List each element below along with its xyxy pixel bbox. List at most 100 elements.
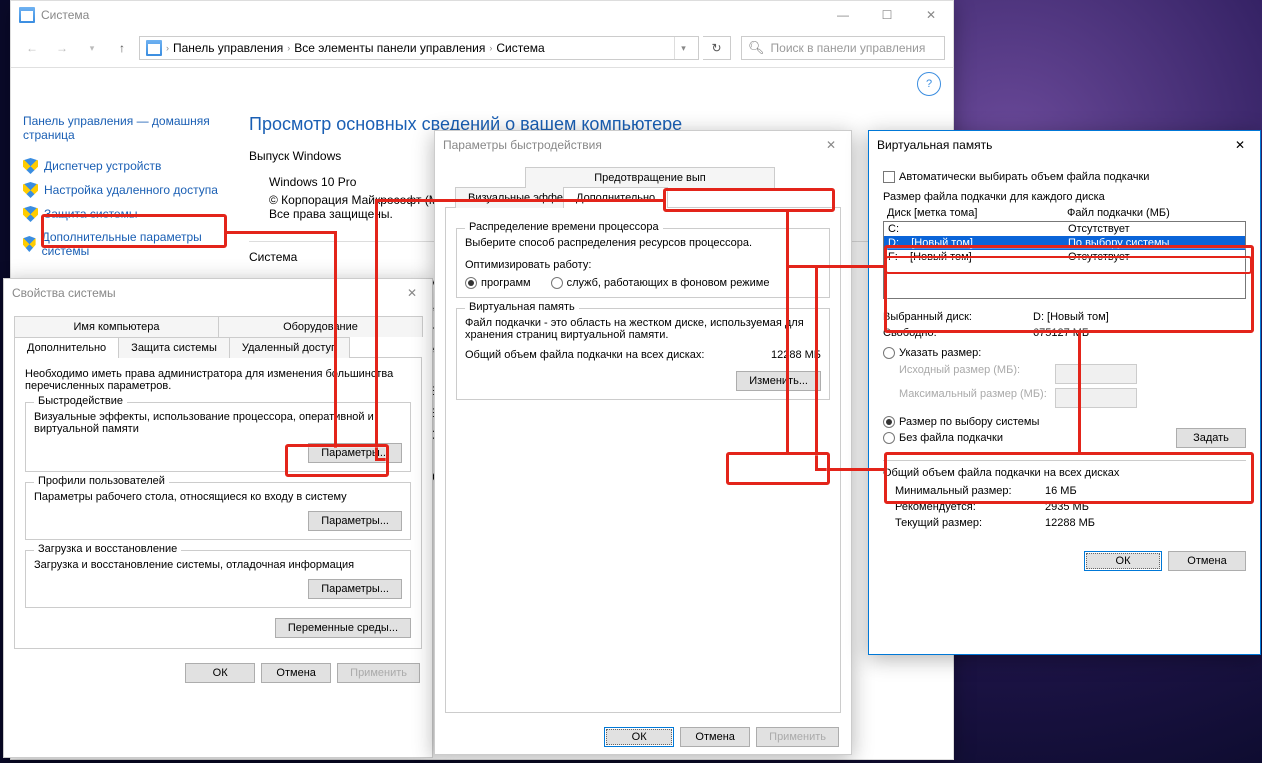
titlebar[interactable]: Свойства системы ✕ bbox=[4, 279, 432, 307]
group-title: Загрузка и восстановление bbox=[34, 543, 181, 555]
shield-icon bbox=[23, 206, 38, 222]
sidebar-item-remote[interactable]: Настройка удаленного доступа bbox=[23, 178, 219, 202]
group-title: Виртуальная память bbox=[465, 301, 579, 313]
performance-group: Быстродействие Визуальные эффекты, испол… bbox=[25, 402, 411, 472]
minimize-button[interactable]: — bbox=[821, 1, 865, 29]
shield-icon bbox=[23, 236, 36, 252]
disk-row[interactable]: C: Отсутствует bbox=[884, 222, 1245, 236]
ok-button[interactable]: ОК bbox=[1084, 551, 1162, 571]
tab-computer-name[interactable]: Имя компьютера bbox=[14, 316, 219, 337]
computer-icon bbox=[19, 7, 35, 23]
sidebar-item-protection[interactable]: Защита системы bbox=[23, 202, 219, 226]
breadcrumb[interactable]: › Панель управления › Все элементы панел… bbox=[139, 36, 699, 60]
window-title: Параметры быстродействия bbox=[443, 138, 602, 152]
performance-options-dialog: Параметры быстродействия ✕ Визуальные эф… bbox=[434, 130, 852, 755]
breadcrumb-seg[interactable]: Система bbox=[496, 41, 544, 55]
admin-note: Необходимо иметь права администратора дл… bbox=[25, 368, 411, 392]
tab-protection[interactable]: Защита системы bbox=[118, 337, 230, 358]
titlebar[interactable]: Виртуальная память ✕ bbox=[869, 131, 1260, 159]
sidebar-item-device-manager[interactable]: Диспетчер устройств bbox=[23, 154, 219, 178]
breadcrumb-seg[interactable]: Панель управления bbox=[173, 41, 283, 55]
profiles-text: Параметры рабочего стола, относящиеся ко… bbox=[34, 491, 402, 503]
optimize-label: Оптимизировать работу: bbox=[465, 259, 821, 271]
col-size: Файл подкачки (МБ) bbox=[1067, 207, 1170, 219]
disk-row[interactable]: F: [Новый том]Отсутствует bbox=[884, 250, 1245, 264]
cancel-button[interactable]: Отмена bbox=[680, 727, 750, 747]
back-button[interactable]: ← bbox=[19, 35, 45, 61]
vm-total-label: Общий объем файла подкачки на всех диска… bbox=[465, 349, 741, 361]
min-value: 16 МБ bbox=[1045, 485, 1077, 497]
tab-advanced[interactable]: Дополнительно bbox=[563, 187, 668, 208]
help-button[interactable]: ? bbox=[917, 72, 941, 96]
up-button[interactable]: ↑ bbox=[109, 35, 135, 61]
disk-row-selected[interactable]: D: [Новый том]По выбору системы bbox=[884, 236, 1245, 250]
max-size-label: Максимальный размер (МБ): bbox=[899, 388, 1049, 408]
cur-value: 12288 МБ bbox=[1045, 517, 1095, 529]
close-button[interactable]: ✕ bbox=[392, 279, 432, 307]
cancel-button[interactable]: Отмена bbox=[1168, 551, 1246, 571]
auto-manage-checkbox[interactable]: Автоматически выбирать объем файла подка… bbox=[883, 171, 1149, 183]
sched-text: Выберите способ распределения ресурсов п… bbox=[465, 237, 821, 249]
env-vars-button[interactable]: Переменные среды... bbox=[275, 618, 411, 638]
disk-list[interactable]: C: Отсутствует D: [Новый том]По выбору с… bbox=[883, 221, 1246, 299]
sidebar-item-advanced[interactable]: Дополнительные параметры системы bbox=[23, 226, 219, 262]
system-managed-radio[interactable]: Размер по выбору системы bbox=[883, 416, 1039, 428]
min-label: Минимальный размер: bbox=[895, 485, 1045, 497]
selected-label: Выбранный диск: bbox=[883, 311, 1033, 323]
virtual-memory-group: Виртуальная память Файл подкачки - это о… bbox=[456, 308, 830, 400]
search-input[interactable]: 🔍︎ Поиск в панели управления bbox=[741, 36, 945, 60]
system-properties-dialog: Свойства системы ✕ Имя компьютера Оборуд… bbox=[3, 278, 433, 758]
sidebar-home-link[interactable]: Панель управления — домашняя страница bbox=[23, 114, 219, 142]
breadcrumb-seg[interactable]: Все элементы панели управления bbox=[294, 41, 485, 55]
search-placeholder: Поиск в панели управления bbox=[771, 41, 926, 55]
cancel-button[interactable]: Отмена bbox=[261, 663, 331, 683]
set-button[interactable]: Задать bbox=[1176, 428, 1246, 448]
history-dropdown[interactable]: ▾ bbox=[79, 35, 105, 61]
refresh-button[interactable]: ↻ bbox=[703, 36, 731, 60]
selected-value: D: [Новый том] bbox=[1033, 311, 1109, 323]
tab-hardware[interactable]: Оборудование bbox=[218, 316, 423, 337]
custom-size-radio[interactable]: Указать размер: bbox=[883, 347, 981, 359]
virtual-memory-dialog: Виртуальная память ✕ Автоматически выбир… bbox=[868, 130, 1261, 655]
tab-advanced[interactable]: Дополнительно bbox=[14, 337, 119, 358]
col-disk: Диск [метка тома] bbox=[887, 207, 1067, 219]
profiles-group: Профили пользователей Параметры рабочего… bbox=[25, 482, 411, 540]
group-title: Распределение времени процессора bbox=[465, 221, 663, 233]
maximize-button[interactable]: ☐ bbox=[865, 1, 909, 29]
search-icon: 🔍︎ bbox=[748, 40, 765, 56]
titlebar[interactable]: Система — ☐ ✕ bbox=[11, 1, 953, 29]
no-paging-radio[interactable]: Без файла подкачки bbox=[883, 432, 1003, 444]
initial-size-input[interactable] bbox=[1055, 364, 1137, 384]
titlebar[interactable]: Параметры быстродействия ✕ bbox=[435, 131, 851, 159]
profiles-settings-button[interactable]: Параметры... bbox=[308, 511, 402, 531]
ok-button[interactable]: ОК bbox=[604, 727, 674, 747]
tab-dep[interactable]: Предотвращение вып bbox=[525, 167, 775, 188]
breadcrumb-drop-icon[interactable]: ▾ bbox=[674, 37, 692, 59]
opt-services-radio[interactable]: служб, работающих в фоновом режиме bbox=[551, 277, 770, 289]
rec-value: 2935 МБ bbox=[1045, 501, 1089, 513]
group-title: Быстродействие bbox=[34, 395, 127, 407]
forward-button[interactable]: → bbox=[49, 35, 75, 61]
initial-size-label: Исходный размер (МБ): bbox=[899, 364, 1049, 384]
apply-button[interactable]: Применить bbox=[756, 727, 839, 747]
rec-label: Рекомендуется: bbox=[895, 501, 1045, 513]
vm-total-value: 12288 МБ bbox=[741, 349, 821, 361]
vm-change-button[interactable]: Изменить... bbox=[736, 371, 821, 391]
totals-head: Общий объем файла подкачки на всех диска… bbox=[883, 467, 1246, 479]
free-value: 675127 МБ bbox=[1033, 327, 1089, 339]
opt-programs-radio[interactable]: программ bbox=[465, 277, 531, 289]
tab-remote[interactable]: Удаленный доступ bbox=[229, 337, 350, 358]
close-button[interactable]: ✕ bbox=[1220, 131, 1260, 159]
close-button[interactable]: ✕ bbox=[909, 1, 953, 29]
vm-text: Файл подкачки - это область на жестком д… bbox=[465, 317, 821, 341]
window-title: Система bbox=[41, 8, 89, 22]
apply-button[interactable]: Применить bbox=[337, 663, 420, 683]
ok-button[interactable]: ОК bbox=[185, 663, 255, 683]
cur-label: Текущий размер: bbox=[895, 517, 1045, 529]
performance-settings-button[interactable]: Параметры... bbox=[308, 443, 402, 463]
startup-settings-button[interactable]: Параметры... bbox=[308, 579, 402, 599]
performance-text: Визуальные эффекты, использование процес… bbox=[34, 411, 402, 435]
window-title: Виртуальная память bbox=[877, 138, 992, 152]
close-button[interactable]: ✕ bbox=[811, 131, 851, 159]
max-size-input[interactable] bbox=[1055, 388, 1137, 408]
